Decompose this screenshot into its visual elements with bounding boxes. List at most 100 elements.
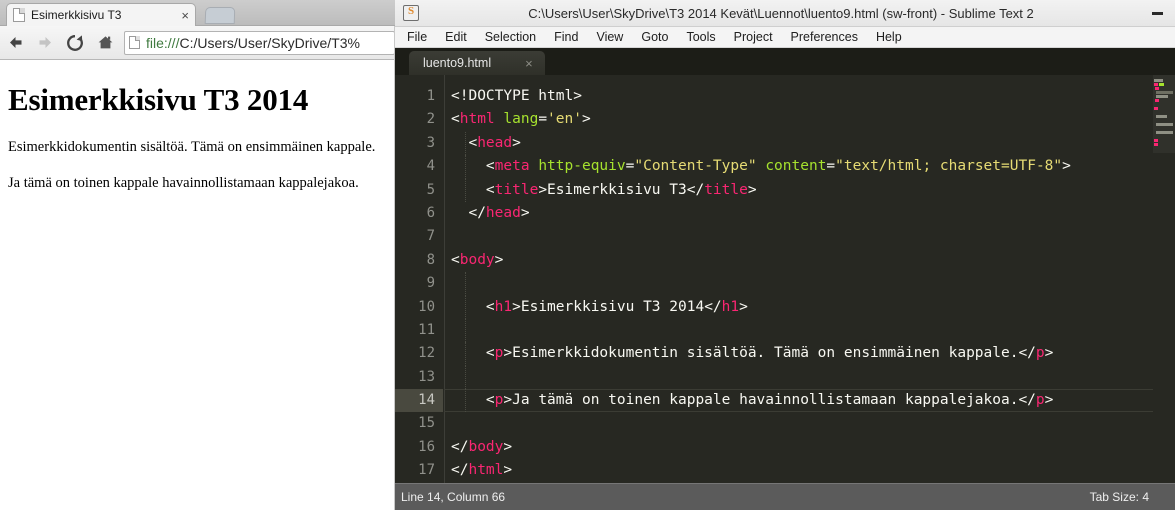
- token-attr: content: [765, 158, 827, 175]
- menu-item-tools[interactable]: Tools: [686, 30, 715, 44]
- token-punc: >: [1044, 392, 1054, 409]
- token-punc: </: [704, 298, 722, 315]
- new-tab-button[interactable]: [204, 7, 236, 24]
- indent-guide: [465, 318, 467, 343]
- minimap-line: [1153, 111, 1175, 114]
- browser-tab-title: Esimerkkisivu T3: [31, 8, 122, 22]
- address-bar[interactable]: file:///C:/Users/User/SkyDrive/T3%: [124, 30, 395, 55]
- window-controls: [1143, 2, 1175, 24]
- token-txt: Esimerkkidokumentin sisältöä. Tämä on en…: [512, 345, 1019, 362]
- home-icon[interactable]: [90, 28, 120, 58]
- token-tag: h1: [721, 298, 740, 315]
- minimap-segment: [1156, 91, 1173, 94]
- token-punc: >: [581, 111, 591, 128]
- menu-item-project[interactable]: Project: [734, 30, 773, 44]
- code-line[interactable]: 1 <!DOCTYPE html>: [395, 85, 1175, 108]
- token-punc: <: [451, 298, 495, 315]
- token-punc: </: [1018, 345, 1036, 362]
- minimap-line: [1153, 95, 1175, 98]
- minimap-segment: [1156, 131, 1173, 134]
- code-line[interactable]: 5 <title>Esimerkkisivu T3</title>: [395, 178, 1175, 202]
- minimap-segment: [1156, 115, 1167, 118]
- code-text: <html lang='en'>: [451, 108, 591, 131]
- token-punc: >: [1044, 345, 1054, 362]
- token-punc: >: [520, 204, 530, 221]
- code-editor[interactable]: 1 <!DOCTYPE html> 2 <html lang='en'> 3 <head…: [395, 75, 1175, 483]
- code-line[interactable]: 11: [395, 318, 1175, 343]
- code-text: <body>: [451, 249, 503, 272]
- token-val: "text/html; charset=UTF-8": [835, 158, 1063, 175]
- code-line[interactable]: 13: [395, 365, 1175, 390]
- line-number: 12: [418, 345, 435, 362]
- token-punc: </: [451, 462, 469, 479]
- menu-item-selection[interactable]: Selection: [485, 30, 536, 44]
- code-line[interactable]: 12 <p>Esimerkkidokumentin sisältöä. Tämä…: [395, 342, 1175, 366]
- code-line[interactable]: 7: [395, 225, 1175, 248]
- minimap-line: [1153, 131, 1175, 134]
- code-line[interactable]: 8 <body>: [395, 249, 1175, 272]
- back-arrow-icon[interactable]: [0, 28, 30, 58]
- code-line[interactable]: 17 </html>: [395, 459, 1175, 482]
- close-icon[interactable]: ×: [525, 56, 533, 71]
- line-number: 2: [426, 111, 435, 128]
- line-number: 3: [426, 134, 435, 151]
- close-icon[interactable]: ×: [175, 9, 189, 22]
- code-text: </head>: [451, 202, 530, 225]
- minimap-line: [1153, 143, 1175, 146]
- menu-item-help[interactable]: Help: [876, 30, 902, 44]
- minimap-line: [1153, 107, 1175, 110]
- line-number: 5: [426, 181, 435, 198]
- minimap-line: [1153, 127, 1175, 130]
- menu-item-file[interactable]: File: [407, 30, 427, 44]
- code-text: <p>Esimerkkidokumentin sisältöä. Tämä on…: [451, 342, 1053, 365]
- code-line[interactable]: 15: [395, 412, 1175, 435]
- token-punc: =: [826, 158, 836, 175]
- line-number: 17: [418, 462, 435, 479]
- editor-tab-luento9[interactable]: luento9.html ×: [409, 51, 545, 75]
- minimap-segment: [1156, 123, 1173, 126]
- code-line[interactable]: 9: [395, 272, 1175, 296]
- sublime-icon: [403, 5, 419, 21]
- token-tag: h1: [494, 298, 513, 315]
- browser-tab[interactable]: Esimerkkisivu T3 ×: [6, 3, 196, 26]
- code-line[interactable]: 2 <html lang='en'>: [395, 108, 1175, 131]
- code-line[interactable]: 6 </head>: [395, 202, 1175, 225]
- indent-guide: [465, 272, 467, 296]
- token-punc: </: [1018, 392, 1036, 409]
- minimap-line: [1153, 99, 1175, 102]
- menu-item-preferences[interactable]: Preferences: [791, 30, 858, 44]
- token-punc: <: [451, 392, 495, 409]
- minimap-line: [1153, 83, 1175, 86]
- code-lines[interactable]: 1 <!DOCTYPE html> 2 <html lang='en'> 3 <head…: [395, 85, 1175, 483]
- code-line[interactable]: 4 <meta http-equiv = "Content-Type" conten…: [395, 155, 1175, 179]
- line-number: 9: [426, 275, 435, 292]
- minimap-segment: [1156, 95, 1168, 98]
- page-paragraph-1: Esimerkkidokumentin sisältöä. Tämä on en…: [8, 139, 376, 155]
- menu-item-find[interactable]: Find: [554, 30, 578, 44]
- line-number: 16: [418, 438, 435, 455]
- minimap[interactable]: [1153, 75, 1175, 483]
- token-punc: </: [686, 181, 705, 198]
- status-bar: Line 14, Column 66 Tab Size: 4: [395, 483, 1175, 510]
- line-number: 7: [426, 228, 435, 245]
- minimap-segment: [1155, 99, 1159, 102]
- token-punc: </: [451, 204, 486, 221]
- menu-item-goto[interactable]: Goto: [641, 30, 668, 44]
- token-punc: <: [451, 134, 478, 151]
- forward-arrow-icon: [30, 28, 60, 58]
- reload-icon[interactable]: [60, 28, 90, 58]
- token-tag: p: [1035, 392, 1045, 409]
- menu-item-edit[interactable]: Edit: [445, 30, 467, 44]
- token-punc: =: [538, 111, 548, 128]
- minimize-icon[interactable]: [1143, 2, 1171, 24]
- code-line[interactable]: 16 </body>: [395, 436, 1175, 459]
- code-line[interactable]: 10 <h1>Esimerkkisivu T3 2014</h1>: [395, 295, 1175, 319]
- code-line[interactable]: 14 <p>Ja tämä on toinen kappale havainno…: [395, 389, 1175, 413]
- menu-item-view[interactable]: View: [596, 30, 623, 44]
- tab-size-indicator[interactable]: Tab Size: 4: [1090, 490, 1175, 504]
- token-tag: head: [477, 134, 513, 151]
- code-line[interactable]: 3 <head>: [395, 131, 1175, 156]
- minimap-line: [1153, 119, 1175, 122]
- token-punc: >: [503, 462, 513, 479]
